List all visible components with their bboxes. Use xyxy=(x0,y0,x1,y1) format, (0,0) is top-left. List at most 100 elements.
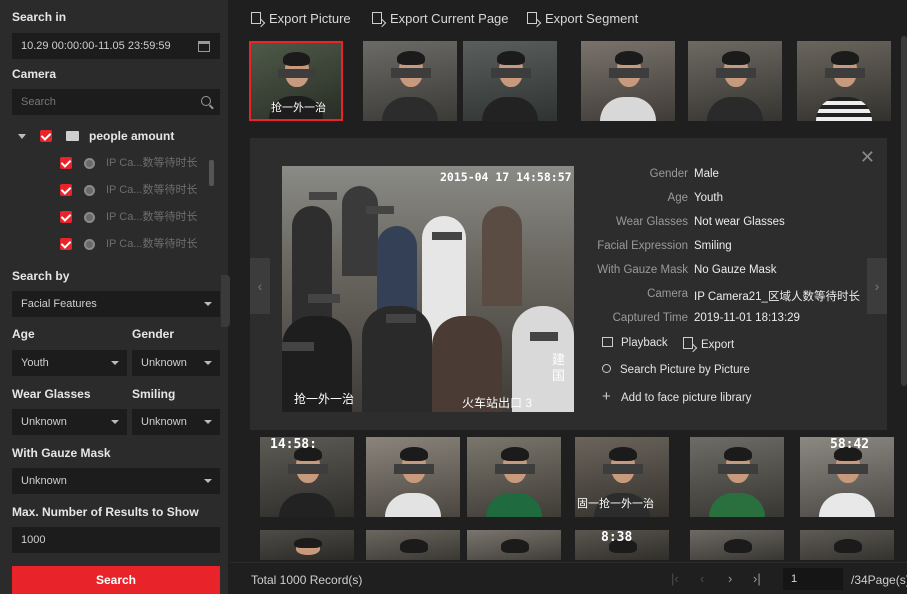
result-thumbnail[interactable] xyxy=(690,530,784,560)
face-privacy-mask xyxy=(308,294,340,303)
result-thumbnail[interactable] xyxy=(260,530,354,560)
folder-icon xyxy=(66,131,79,141)
person-figure xyxy=(292,206,332,326)
panel-collapse-handle[interactable] xyxy=(221,275,230,327)
export-icon xyxy=(372,12,382,24)
face-privacy-mask xyxy=(530,332,558,341)
close-icon[interactable]: ✕ xyxy=(860,148,875,166)
chevron-down-icon[interactable] xyxy=(18,134,26,139)
smiling-label: Smiling xyxy=(132,387,176,401)
thumbnail-hair xyxy=(721,50,751,65)
gauze-mask-value: Unknown xyxy=(21,475,67,487)
camera-search-placeholder: Search xyxy=(21,96,56,108)
info-key: Age xyxy=(667,192,688,204)
age-label: Age xyxy=(12,327,35,341)
info-wear-glasses: Wear Glasses Not wear Glasses xyxy=(578,216,785,232)
export-icon xyxy=(251,12,261,24)
last-page-icon[interactable]: ›| xyxy=(753,571,761,586)
result-thumbnail[interactable] xyxy=(800,530,894,560)
page-number-input[interactable] xyxy=(783,568,843,590)
previous-page-icon[interactable]: ‹ xyxy=(700,571,704,586)
thumbnail-hair xyxy=(399,539,429,553)
person-figure xyxy=(482,206,522,306)
result-thumbnail[interactable]: 58:42 xyxy=(800,437,894,517)
privacy-mask xyxy=(391,68,431,78)
gender-select[interactable]: Unknown xyxy=(132,350,220,376)
result-thumbnail[interactable] xyxy=(688,41,782,121)
result-thumbnail[interactable] xyxy=(467,437,561,517)
tree-root-checkbox[interactable] xyxy=(40,130,52,142)
camera-checkbox[interactable] xyxy=(60,157,72,169)
camera-search-input[interactable]: Search xyxy=(12,89,220,115)
add-to-face-library-button[interactable]: + Add to face picture library xyxy=(602,389,751,404)
camera-tree-item[interactable]: IP Ca...数等待时长 xyxy=(14,152,204,174)
next-page-icon[interactable]: › xyxy=(728,571,732,586)
result-thumbnail[interactable] xyxy=(797,41,891,121)
date-range-field[interactable]: 10.29 00:00:00-11.05 23:59:59 xyxy=(12,33,220,59)
search-picture-by-picture-button[interactable]: Search Picture by Picture xyxy=(602,364,750,376)
max-results-label: Max. Number of Results to Show xyxy=(12,505,199,519)
photo-timestamp: 2015-04 17 14:58:57 xyxy=(440,170,572,184)
result-thumbnail[interactable]: 8:38 xyxy=(575,530,669,560)
wear-glasses-select[interactable]: Unknown xyxy=(12,409,127,435)
thumbnail-timestamp: 14:58: xyxy=(270,437,317,452)
result-thumbnail[interactable] xyxy=(463,41,557,121)
gauze-mask-select[interactable]: Unknown xyxy=(12,468,220,494)
next-arrow-button[interactable]: › xyxy=(867,258,887,314)
page-total: /34Page(s) xyxy=(851,573,907,587)
photo-caption-left: 抢一外一治 xyxy=(294,392,355,406)
result-thumbnail[interactable]: 抢一外一治 xyxy=(249,41,343,121)
info-key: Captured Time xyxy=(612,312,688,324)
thumbnail-hair xyxy=(830,50,860,65)
result-thumbnail[interactable] xyxy=(363,41,457,121)
result-thumbnail[interactable] xyxy=(690,437,784,517)
first-page-icon[interactable]: |‹ xyxy=(671,571,679,586)
calendar-icon[interactable] xyxy=(198,41,210,52)
camera-tree-item[interactable]: IP Ca...数等待时长 xyxy=(14,233,204,255)
tree-scrollbar[interactable] xyxy=(209,160,214,186)
privacy-mask xyxy=(609,68,649,78)
export-picture-button[interactable]: Export Picture xyxy=(251,11,351,26)
tree-root-row[interactable]: people amount xyxy=(14,125,214,147)
smiling-value: Unknown xyxy=(141,416,187,428)
results-scrollbar[interactable] xyxy=(901,36,907,386)
camera-checkbox[interactable] xyxy=(60,184,72,196)
smiling-select[interactable]: Unknown xyxy=(132,409,220,435)
wear-glasses-label: Wear Glasses xyxy=(12,387,91,401)
export-segment-button[interactable]: Export Segment xyxy=(527,11,638,26)
result-thumbnail[interactable] xyxy=(467,530,561,560)
thumbnail-hair xyxy=(496,50,526,65)
result-thumbnail[interactable] xyxy=(366,530,460,560)
search-by-select[interactable]: Facial Features xyxy=(12,291,220,317)
camera-checkbox[interactable] xyxy=(60,211,72,223)
search-icon xyxy=(602,364,611,373)
export-picture-label: Export Picture xyxy=(269,11,351,26)
privacy-mask xyxy=(716,68,756,78)
result-thumbnail[interactable] xyxy=(366,437,460,517)
info-age: Age Youth xyxy=(578,192,723,208)
face-privacy-mask xyxy=(432,232,462,240)
result-thumbnail[interactable]: 固一抢一外一治 xyxy=(575,437,669,517)
camera-checkbox[interactable] xyxy=(60,238,72,250)
previous-arrow-button[interactable]: ‹ xyxy=(250,258,270,314)
playback-button[interactable]: Playback xyxy=(602,337,668,349)
thumbnail-hair xyxy=(833,539,863,553)
thumbnail-caption: 固一抢一外一治 xyxy=(577,498,654,510)
result-thumbnail[interactable] xyxy=(581,41,675,121)
info-captured-time: Captured Time 2019-11-01 18:13:29 xyxy=(578,312,800,328)
face-privacy-mask xyxy=(386,314,416,323)
info-key: Gender xyxy=(649,168,688,180)
camera-tree-item[interactable]: IP Ca...数等待时长 xyxy=(14,179,204,201)
detail-export-button[interactable]: Export xyxy=(683,337,734,351)
thumbnail-hair xyxy=(608,446,638,461)
camera-tree-item[interactable]: IP Ca...数等待时长 xyxy=(14,206,204,228)
info-key: Camera xyxy=(647,288,688,300)
max-results-input[interactable]: 1000 xyxy=(12,527,220,553)
search-button[interactable]: Search xyxy=(12,566,220,594)
info-value: 2019-11-01 18:13:29 xyxy=(694,312,800,324)
export-icon xyxy=(527,12,537,24)
result-thumbnail[interactable]: 14:58: xyxy=(260,437,354,517)
age-select[interactable]: Youth xyxy=(12,350,127,376)
thumbnail-hair xyxy=(293,537,323,548)
export-current-page-button[interactable]: Export Current Page xyxy=(372,11,509,26)
